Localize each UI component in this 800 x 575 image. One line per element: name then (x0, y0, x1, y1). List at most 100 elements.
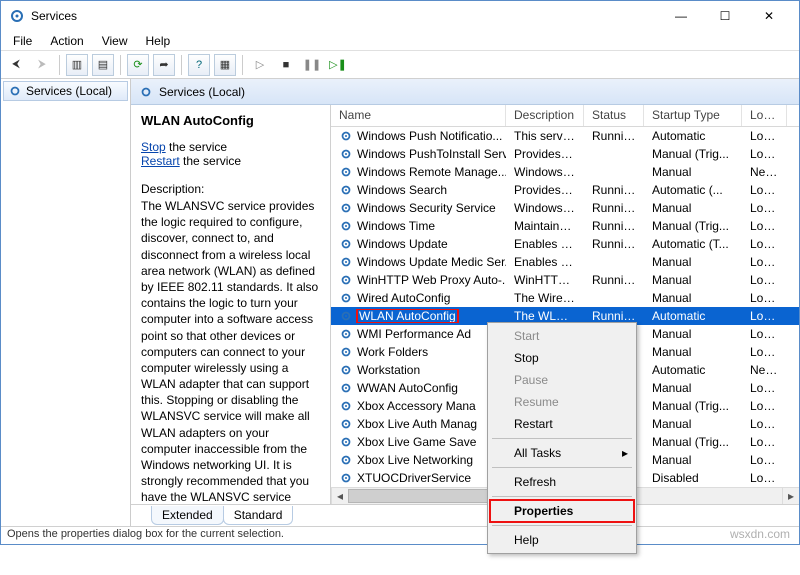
table-row[interactable]: Windows Security ServiceWindows S...Runn… (331, 199, 799, 217)
service-desc: WinHTTP i... (506, 273, 584, 287)
col-status[interactable]: Status (584, 105, 644, 126)
ctx-pause: Pause (490, 369, 634, 391)
service-logon: Network (742, 363, 787, 377)
table-row[interactable]: Windows Update Medic Ser...Enables rem..… (331, 253, 799, 271)
table-row[interactable]: Windows TimeMaintains d...RunningManual … (331, 217, 799, 235)
stop-service-button[interactable]: ■ (275, 54, 297, 76)
tab-standard[interactable]: Standard (223, 506, 294, 525)
gear-icon (339, 219, 353, 233)
menubar: File Action View Help (1, 31, 799, 51)
tab-extended[interactable]: Extended (151, 506, 224, 525)
maximize-button[interactable]: ☐ (703, 2, 747, 30)
ctx-restart[interactable]: Restart (490, 413, 634, 435)
service-desc: Windows R... (506, 165, 584, 179)
service-startup: Manual (Trig... (644, 219, 742, 233)
context-menu: Start Stop Pause Resume Restart All Task… (487, 322, 637, 554)
service-name: Xbox Accessory Mana (357, 399, 476, 413)
service-name: Work Folders (357, 345, 428, 359)
service-logon: Local Sy (742, 327, 787, 341)
table-row[interactable]: Windows PushToInstall Serv...Provides in… (331, 145, 799, 163)
table-row[interactable]: Wired AutoConfigThe Wired A...ManualLoca… (331, 289, 799, 307)
description-pane: WLAN AutoConfig Stop the service Restart… (131, 105, 331, 504)
service-name: Windows Time (357, 219, 435, 233)
menu-help[interactable]: Help (138, 32, 179, 50)
pause-service-button[interactable]: ❚❚ (301, 54, 323, 76)
forward-button[interactable]: ⮞ (31, 54, 53, 76)
minimize-button[interactable]: — (659, 2, 703, 30)
close-button[interactable]: ✕ (747, 2, 791, 30)
help-button[interactable]: ? (188, 54, 210, 76)
service-desc: This service ... (506, 129, 584, 143)
col-startup[interactable]: Startup Type (644, 105, 742, 126)
service-startup: Manual (644, 381, 742, 395)
service-name: XTUOCDriverService (357, 471, 471, 485)
col-logon[interactable]: Log On (742, 105, 787, 126)
gear-icon (339, 255, 353, 269)
ctx-all-tasks[interactable]: All Tasks (490, 442, 634, 464)
service-logon: Local Sy (742, 381, 787, 395)
table-row[interactable]: Windows UpdateEnables the ...RunningAuto… (331, 235, 799, 253)
ctx-help[interactable]: Help (490, 529, 634, 551)
service-title: WLAN AutoConfig (141, 113, 320, 128)
gear-icon (8, 84, 22, 98)
menu-action[interactable]: Action (42, 32, 91, 50)
table-row[interactable]: Windows SearchProvides co...RunningAutom… (331, 181, 799, 199)
service-name: Xbox Live Networking (357, 453, 473, 467)
restart-link[interactable]: Restart (141, 154, 180, 168)
details-button[interactable]: ▦ (214, 54, 236, 76)
menu-file[interactable]: File (5, 32, 40, 50)
service-startup: Manual (Trig... (644, 399, 742, 413)
service-status: Running (584, 237, 644, 251)
start-service-button[interactable]: ▷ (249, 54, 271, 76)
service-name: Windows Update Medic Ser... (357, 255, 506, 269)
services-icon (9, 8, 25, 24)
service-startup: Automatic (T... (644, 237, 742, 251)
service-startup: Manual (Trig... (644, 435, 742, 449)
service-desc: Provides co... (506, 183, 584, 197)
refresh-button[interactable]: ⟳ (127, 54, 149, 76)
description-label: Description: (141, 182, 320, 196)
restart-service-button[interactable]: ▷❚ (327, 54, 349, 76)
service-logon: Local Sy (742, 237, 787, 251)
gear-icon (339, 435, 353, 449)
export-button[interactable]: ➦ (153, 54, 175, 76)
scroll-right-button[interactable]: ▸ (782, 488, 799, 504)
gear-icon (339, 453, 353, 467)
col-description[interactable]: Description (506, 105, 584, 126)
service-startup: Manual (644, 327, 742, 341)
gear-icon (339, 309, 353, 323)
col-name[interactable]: Name (331, 105, 506, 126)
scroll-left-button[interactable]: ◂ (331, 488, 348, 504)
service-startup: Manual (644, 273, 742, 287)
service-startup: Manual (644, 201, 742, 215)
ctx-stop[interactable]: Stop (490, 347, 634, 369)
service-logon: Local Sy (742, 255, 787, 269)
show-hide-tree-button[interactable]: ▥ (66, 54, 88, 76)
properties-button[interactable]: ▤ (92, 54, 114, 76)
menu-view[interactable]: View (94, 32, 136, 50)
service-name: Windows Remote Manage... (357, 165, 506, 179)
titlebar[interactable]: Services — ☐ ✕ (1, 1, 799, 31)
table-row[interactable]: WinHTTP Web Proxy Auto-...WinHTTP i...Ru… (331, 271, 799, 289)
ctx-refresh[interactable]: Refresh (490, 471, 634, 493)
tree-item-services-local[interactable]: Services (Local) (3, 81, 128, 101)
ctx-properties[interactable]: Properties (490, 500, 634, 522)
table-row[interactable]: Windows Push Notificatio...This service … (331, 127, 799, 145)
service-name: Xbox Live Game Save (357, 435, 476, 449)
table-row[interactable]: Windows Remote Manage...Windows R...Manu… (331, 163, 799, 181)
gear-icon (339, 237, 353, 251)
service-logon: Local Se (742, 345, 787, 359)
gear-icon (339, 471, 353, 485)
service-desc: The Wired A... (506, 291, 584, 305)
back-button[interactable]: ⮜ (5, 54, 27, 76)
gear-icon (339, 273, 353, 287)
service-status: Running (584, 309, 644, 323)
service-startup: Manual (644, 417, 742, 431)
service-desc: Provides inf... (506, 147, 584, 161)
service-logon: Local Sy (742, 129, 787, 143)
service-logon: Local Sy (742, 201, 787, 215)
stop-link[interactable]: Stop (141, 140, 166, 154)
service-logon: Local Sy (742, 399, 787, 413)
description-text: The WLANSVC service provides the logic r… (141, 198, 320, 504)
service-logon: Local Sy (742, 183, 787, 197)
